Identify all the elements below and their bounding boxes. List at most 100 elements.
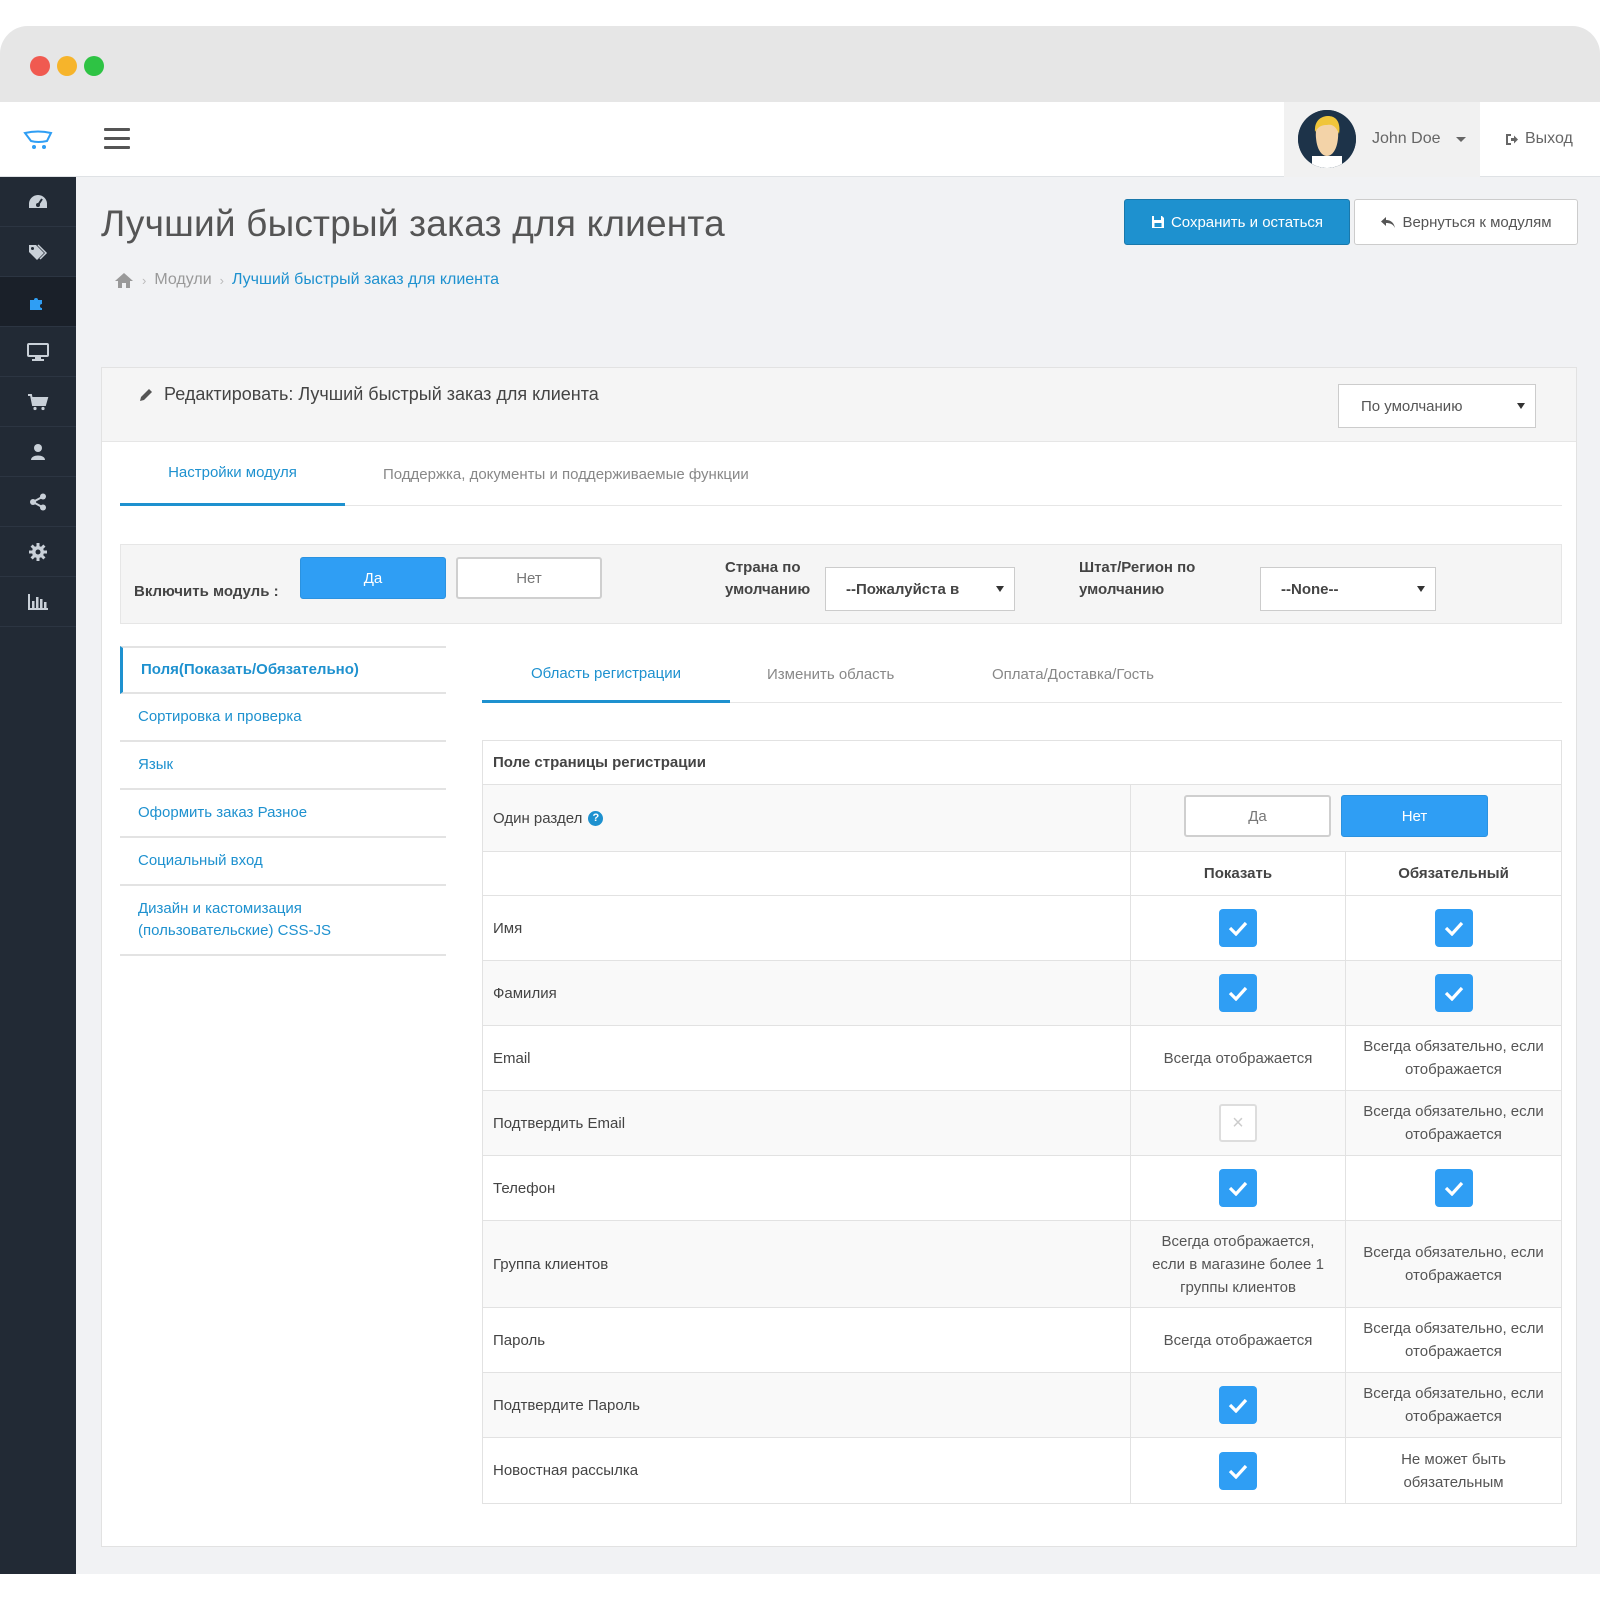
monitor-icon	[27, 342, 49, 361]
sidebar-item-reports[interactable]	[0, 577, 76, 627]
left-sidebar	[0, 177, 76, 1574]
show-checkbox[interactable]	[1219, 909, 1257, 947]
required-note: Всегда обязательно, если отображается	[1363, 1385, 1544, 1425]
tab-module-settings[interactable]: Настройки модуля	[120, 442, 345, 506]
sidebar-item-extensions[interactable]	[0, 277, 76, 327]
enable-no-button[interactable]: Нет	[456, 557, 602, 599]
browser-window: John Doe Выход Лучший быстрый заказ для …	[0, 26, 1600, 1574]
sidebar-item-customers[interactable]	[0, 427, 76, 477]
breadcrumb-current[interactable]: Лучший быстрый заказ для клиента	[232, 271, 499, 289]
table-row: Группа клиентов Всегда отображается, если…	[483, 1221, 1561, 1308]
vnav-item-design-css-js[interactable]: Дизайн и кастомизация (пользовательские)…	[120, 886, 446, 956]
sidebar-item-dashboard[interactable]	[0, 177, 76, 227]
field-name: Подтвердите Пароль	[483, 1373, 1131, 1437]
top-navbar: John Doe Выход	[0, 102, 1600, 177]
checkmark-icon	[1228, 1181, 1248, 1196]
one-section-no-button[interactable]: Нет	[1341, 795, 1488, 837]
show-checkbox[interactable]: ×	[1219, 1104, 1257, 1142]
required-checkbox[interactable]	[1434, 974, 1473, 1012]
column-header-required: Обязательный	[1398, 865, 1509, 882]
sidebar-item-system[interactable]	[0, 527, 76, 577]
checkmark-icon	[1228, 921, 1248, 936]
chevron-down-icon	[996, 586, 1004, 592]
maximize-window-button[interactable]	[84, 56, 104, 76]
required-note: Всегда обязательно, если отображается	[1363, 1320, 1544, 1360]
column-header-row: Показать Обязательный	[483, 852, 1561, 896]
enable-yes-button[interactable]: Да	[300, 557, 446, 599]
breadcrumb-separator: ›	[142, 272, 147, 288]
x-mark-icon: ×	[1232, 1111, 1244, 1134]
logout-link[interactable]: Выход	[1505, 130, 1573, 148]
subtab-payment-shipping-guest[interactable]: Оплата/Доставка/Гость	[992, 646, 1154, 703]
fields-vertical-nav: Поля(Показать/Обязательно) Сортировка и …	[120, 646, 446, 956]
breadcrumb: › Модули › Лучший быстрый заказ для клие…	[114, 271, 499, 289]
show-cell	[1131, 1373, 1346, 1437]
close-window-button[interactable]	[30, 56, 50, 76]
share-icon	[30, 493, 46, 510]
required-cell	[1346, 961, 1561, 1025]
module-tabs: Настройки модуля Поддержка, документы и …	[120, 442, 1562, 506]
required-cell	[1346, 1156, 1561, 1220]
home-icon[interactable]	[114, 272, 134, 289]
show-cell	[1131, 896, 1346, 960]
bar-chart-icon	[28, 593, 48, 610]
checkmark-icon	[1444, 1181, 1463, 1196]
field-name: Группа клиентов	[483, 1221, 1131, 1307]
breadcrumb-separator: ›	[219, 272, 224, 288]
subtab-registration-area[interactable]: Область регистрации	[482, 646, 730, 703]
avatar	[1298, 110, 1356, 168]
sidebar-item-design[interactable]	[0, 327, 76, 377]
one-section-yes-button[interactable]: Да	[1184, 795, 1331, 837]
vnav-item-sorting[interactable]: Сортировка и проверка	[120, 694, 446, 742]
breadcrumb-modules[interactable]: Модули	[154, 271, 211, 289]
required-cell: Всегда обязательно, если отображается	[1346, 1026, 1561, 1090]
panel-title: Редактировать: Лучший быстрый заказ для …	[138, 384, 599, 405]
required-cell	[1346, 896, 1561, 960]
chevron-down-icon	[1456, 137, 1466, 142]
table-row: Пароль Всегда отображается Всегда обязател…	[483, 1308, 1561, 1373]
store-select[interactable]: По умолчанию	[1338, 384, 1536, 428]
checkmark-icon	[1228, 986, 1248, 1001]
field-name: Email	[483, 1026, 1131, 1090]
table-row: Телефон	[483, 1156, 1561, 1221]
vnav-item-language[interactable]: Язык	[120, 742, 446, 790]
cart-logo-icon[interactable]	[0, 102, 76, 177]
menu-toggle-button[interactable]	[104, 128, 130, 150]
required-checkbox[interactable]	[1434, 909, 1473, 947]
field-rows: Имя Фамилия Email Всегда отображается Всегда…	[483, 896, 1561, 1503]
required-note: Всегда обязательно, если отображается	[1363, 1244, 1544, 1284]
sidebar-item-sales[interactable]	[0, 377, 76, 427]
field-name: Телефон	[483, 1156, 1131, 1220]
show-checkbox[interactable]	[1219, 1169, 1257, 1207]
sidebar-item-marketing[interactable]	[0, 477, 76, 527]
checkmark-icon	[1228, 1464, 1248, 1479]
vnav-item-social-login[interactable]: Социальный вход	[120, 838, 446, 886]
module-settings-row: Включить модуль : Да Нет Страна по умолч…	[120, 544, 1562, 624]
show-checkbox[interactable]	[1219, 1386, 1257, 1424]
show-cell	[1131, 1156, 1346, 1220]
enable-module-label: Включить модуль :	[134, 583, 279, 600]
sidebar-item-catalog[interactable]	[0, 227, 76, 277]
checkmark-icon	[1444, 921, 1463, 936]
vnav-item-fields[interactable]: Поля(Показать/Обязательно)	[120, 646, 446, 694]
default-country-select[interactable]: --Пожалуйста в	[825, 567, 1015, 611]
show-cell: ×	[1131, 1091, 1346, 1155]
puzzle-icon	[30, 297, 42, 310]
show-cell	[1131, 1438, 1346, 1503]
question-circle-icon[interactable]: ?	[588, 810, 604, 826]
tab-support-docs[interactable]: Поддержка, документы и поддерживаемые фу…	[383, 442, 749, 506]
subtab-edit-area[interactable]: Изменить область	[767, 646, 894, 703]
one-section-row: Один раздел ? Да Нет	[483, 785, 1561, 852]
show-note: Всегда отображается	[1163, 1331, 1313, 1349]
back-to-modules-button[interactable]: Вернуться к модулям	[1354, 199, 1578, 245]
default-region-select[interactable]: --None--	[1260, 567, 1436, 611]
save-and-stay-button[interactable]: Сохранить и остаться	[1124, 199, 1350, 245]
show-checkbox[interactable]	[1219, 974, 1257, 1012]
user-menu[interactable]: John Doe	[1284, 102, 1480, 177]
show-checkbox[interactable]	[1219, 1451, 1257, 1490]
floppy-disk-icon	[1151, 216, 1164, 228]
dashboard-icon	[28, 194, 48, 208]
vnav-item-checkout-misc[interactable]: Оформить заказ Разное	[120, 790, 446, 838]
required-checkbox[interactable]	[1434, 1169, 1473, 1207]
minimize-window-button[interactable]	[57, 56, 77, 76]
